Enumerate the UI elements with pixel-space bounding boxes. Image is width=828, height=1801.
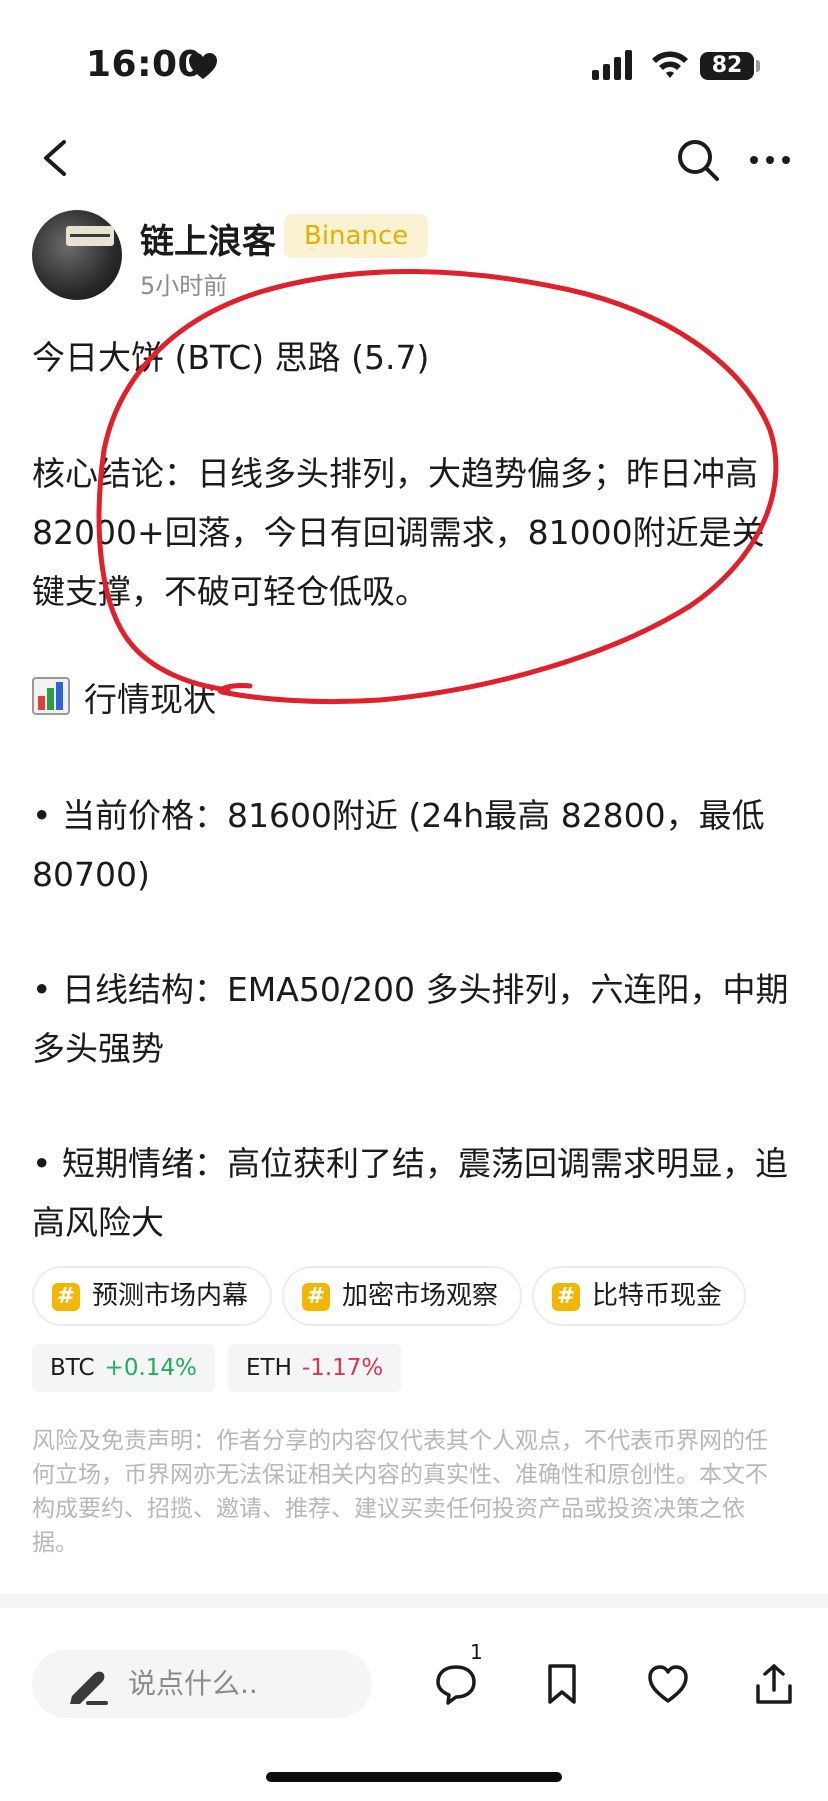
bullet-daily-structure: • 日线结构：EMA50/200 多头排列，六连阳，中期多头强势	[32, 970, 789, 1068]
bullet-short-term-sentiment: • 短期情绪：高位获利了结，震荡回调需求明显，追高风险大	[32, 1144, 788, 1242]
avatar[interactable]	[32, 210, 122, 300]
topic-tag-label: 加密市场观察	[342, 1281, 499, 1311]
comment-placeholder[interactable]: 说点什么..	[128, 1666, 258, 1702]
status-time: 16:00	[86, 44, 204, 85]
disclaimer-text: 风险及免责声明：作者分享的内容仅代表其个人观点，不代表币界网的任何立场，币界网亦…	[32, 1428, 768, 1556]
more-options-icon[interactable]	[748, 150, 792, 170]
author-name[interactable]: 链上浪客	[140, 214, 276, 263]
coin-change: -1.17%	[301, 1355, 384, 1381]
search-icon[interactable]	[676, 138, 720, 182]
exchange-badge: Binance	[284, 214, 429, 258]
back-icon[interactable]	[38, 138, 72, 178]
topic-tag[interactable]: # 加密市场观察	[282, 1266, 523, 1326]
avatar-sign-text	[70, 234, 110, 237]
coin-change: +0.14%	[104, 1355, 197, 1381]
topic-tag-label: 预测市场内幕	[92, 1281, 249, 1311]
wifi-icon	[652, 51, 688, 78]
coin-symbol: ETH	[246, 1355, 292, 1381]
heart-like-icon[interactable]	[646, 1662, 690, 1706]
comment-count: 1	[470, 1640, 483, 1664]
cellular-signal-icon	[592, 50, 632, 80]
core-conclusion: 核心结论：日线多头排列，大趋势偏多；昨日冲高 82000+回落，今日有回调需求，…	[32, 454, 765, 611]
topic-tag-label: 比特币现金	[592, 1281, 723, 1311]
battery-tip	[756, 60, 760, 72]
post-time: 5小时前	[140, 272, 228, 300]
hash-icon: #	[52, 1283, 80, 1311]
heart-icon	[189, 53, 217, 79]
battery-indicator: 82	[700, 52, 754, 80]
coin-chip-btc[interactable]: BTC +0.14%	[32, 1344, 215, 1392]
red-scribble-annotation	[96, 269, 779, 705]
coin-symbol: BTC	[50, 1355, 95, 1381]
hash-icon: #	[552, 1283, 580, 1311]
comment-icon[interactable]	[434, 1662, 478, 1706]
bookmark-icon[interactable]	[540, 1662, 584, 1706]
hash-icon: #	[302, 1283, 330, 1311]
bar-chart-icon	[32, 677, 70, 715]
post-title: 今日大饼 (BTC) 思路 (5.7)	[32, 338, 430, 377]
bullet-current-price: • 当前价格：81600附近 (24h最高 82800，最低 80700)	[32, 796, 765, 894]
topic-tag[interactable]: # 预测市场内幕	[32, 1266, 273, 1326]
share-icon[interactable]	[752, 1662, 796, 1706]
coin-chip-eth[interactable]: ETH -1.17%	[228, 1344, 402, 1392]
section-heading: 行情现状	[32, 670, 796, 729]
section-heading-text: 行情现状	[84, 680, 216, 719]
section-divider	[0, 1594, 828, 1608]
topic-tag[interactable]: # 比特币现金	[532, 1266, 747, 1326]
pen-icon	[70, 1671, 108, 1705]
home-indicator[interactable]	[266, 1772, 562, 1782]
